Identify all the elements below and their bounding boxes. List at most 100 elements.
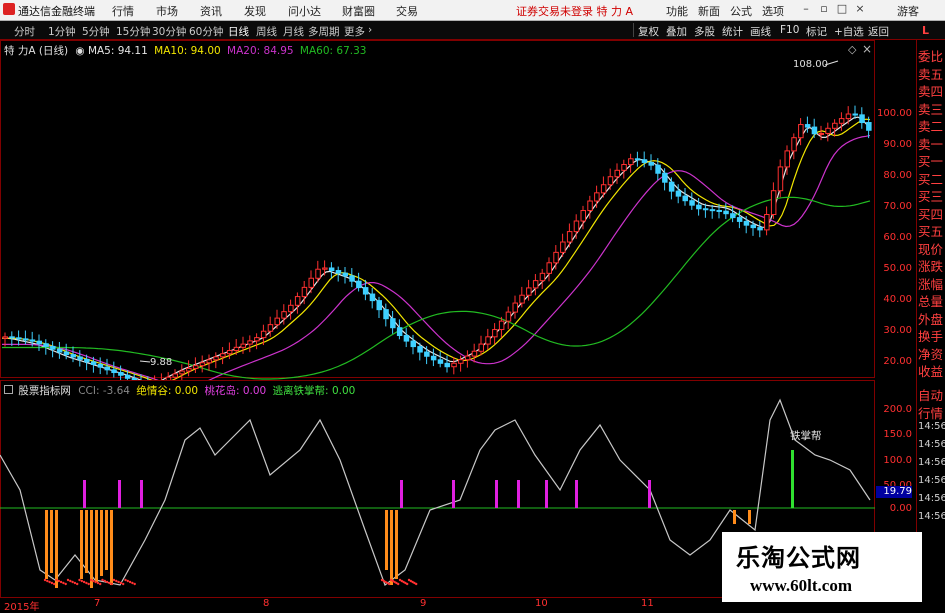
menu-shichang[interactable]: 市场 (156, 3, 178, 19)
period-5min[interactable]: 5分钟 (82, 24, 110, 39)
candle-body (594, 192, 600, 202)
date-tick: 9 (420, 598, 427, 609)
candles (2, 105, 872, 380)
maximize-icon[interactable]: □ (836, 2, 848, 16)
side-panel-letter[interactable]: L (922, 24, 929, 37)
candle-body (104, 366, 110, 371)
date-tick: 8 (263, 598, 270, 609)
jueqinggu-bar (50, 510, 53, 573)
period-toolbar: 分时 1分钟 5分钟 15分钟 30分钟 60分钟 日线 周线 月线 多周期 更… (0, 21, 945, 40)
cci-tick: 0.00 (889, 503, 912, 514)
app-logo-icon (3, 3, 15, 15)
candle-body (730, 213, 736, 219)
candle-body (362, 287, 369, 295)
signal-dot (82, 580, 86, 584)
kline-chart (2, 60, 872, 380)
taohuadao-bar (452, 480, 455, 508)
price-tick: 40.00 (883, 294, 912, 305)
watermark-url: www.60lt.com (750, 576, 852, 595)
close-icon[interactable]: × (854, 2, 866, 16)
candle-body (798, 124, 804, 139)
candle-body (532, 280, 539, 289)
menu-gongshi[interactable]: 公式 (730, 3, 752, 19)
tool-huaxian[interactable]: 画线 (750, 24, 771, 39)
period-weekly[interactable]: 周线 (256, 24, 277, 39)
date-tick: 10 (535, 598, 548, 609)
period-30min[interactable]: 30分钟 (152, 24, 186, 39)
quote-field-14: 总量 (918, 294, 944, 309)
tool-fuquan[interactable]: 复权 (638, 24, 659, 39)
menu-wenxiaoda[interactable]: 问小达 (288, 3, 321, 19)
candle-body (213, 356, 219, 361)
taohuadao-bar (140, 480, 143, 508)
candle-body (430, 355, 437, 361)
period-15min[interactable]: 15分钟 (116, 24, 150, 39)
candle-body (662, 172, 668, 183)
restore-icon[interactable]: ▫ (818, 2, 830, 16)
menu-zixun[interactable]: 资讯 (200, 3, 222, 19)
candle-body (832, 122, 838, 129)
ma-lines (2, 116, 871, 380)
candle-body (614, 169, 620, 178)
menu-xuanxiang[interactable]: 选项 (762, 3, 784, 19)
jueqinggu-bar (100, 510, 103, 576)
candle-body (492, 329, 498, 338)
tool-zixuan[interactable]: +自选 (834, 24, 864, 39)
candle-body (342, 272, 348, 277)
candle-body (696, 204, 702, 210)
candle-body (539, 272, 546, 282)
signal-dot (117, 580, 120, 584)
period-60min[interactable]: 60分钟 (189, 24, 223, 39)
candle-body (43, 343, 49, 347)
period-monthly[interactable]: 月线 (283, 24, 304, 39)
candle-body (192, 365, 199, 369)
tool-biaoji[interactable]: 标记 (806, 24, 827, 39)
jueqinggu-bar (80, 510, 83, 579)
tick-mode-1[interactable]: 行情 (918, 403, 943, 422)
ma20-line (2, 134, 871, 380)
signal-dot (55, 578, 58, 582)
menu-hangqing[interactable]: 行情 (112, 3, 134, 19)
tool-diejia[interactable]: 叠加 (666, 24, 687, 39)
tick-mode-0[interactable]: 自动 (918, 385, 943, 404)
period-fenshi[interactable]: 分时 (14, 24, 35, 39)
menu-caifuquan[interactable]: 财富圈 (342, 3, 375, 19)
guest-label[interactable]: 游客 (897, 3, 919, 19)
candle-body (396, 327, 403, 337)
signal-dot (71, 580, 74, 584)
period-daily[interactable]: 日线 (228, 24, 249, 39)
menu-jiaoyi[interactable]: 交易 (396, 3, 418, 19)
login-status[interactable]: 证券交易未登录 特 力 A (516, 3, 633, 19)
menu-gongneng[interactable]: 功能 (666, 3, 688, 19)
signal-dot (124, 578, 127, 582)
tool-f10[interactable]: F10 (780, 24, 799, 36)
period-multi[interactable]: 多周期 (308, 24, 340, 39)
menu-xinmian[interactable]: 新面 (698, 3, 720, 19)
signal-dot (53, 582, 56, 586)
tool-duogu[interactable]: 多股 (694, 24, 715, 39)
price-tick: 60.00 (883, 232, 912, 243)
candle-body (254, 337, 260, 342)
signal-dot (115, 579, 118, 583)
candle-body (546, 262, 552, 274)
quote-field-0: 委比 (918, 49, 944, 64)
tick-time: 14:56 (918, 511, 945, 522)
quote-field-17: 净资 (918, 346, 944, 362)
more-chevron-icon[interactable]: › (368, 24, 372, 36)
candle-body (9, 336, 15, 339)
tool-tongji[interactable]: 统计 (722, 24, 743, 39)
tool-fanhui[interactable]: 返回 (868, 24, 889, 39)
period-more[interactable]: 更多 (344, 24, 365, 39)
minimize-icon[interactable]: – (800, 2, 812, 16)
taohuadao-bar (400, 480, 403, 508)
candle-body (580, 210, 586, 222)
jueqinggu-bar (55, 510, 58, 588)
taohuadao-bar (118, 480, 121, 508)
tick-time: 14:56 (918, 421, 945, 432)
signal-dot (126, 579, 129, 583)
period-1min[interactable]: 1分钟 (48, 24, 76, 39)
menu-faxian[interactable]: 发现 (244, 3, 266, 19)
signal-dot (64, 582, 67, 586)
quote-field-10: 买五 (918, 224, 944, 239)
tick-time: 14:56 (918, 457, 945, 468)
